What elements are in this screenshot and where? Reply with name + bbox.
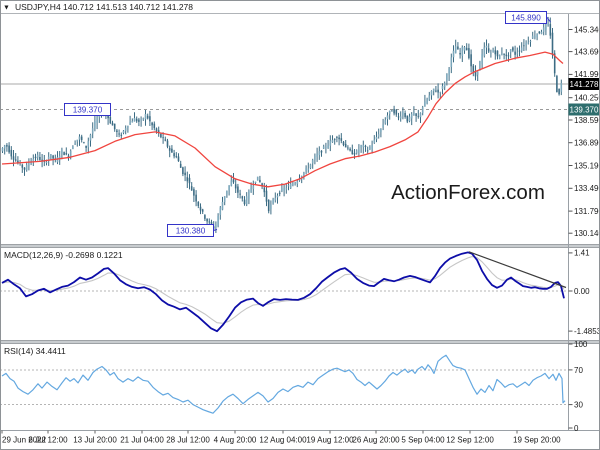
- svg-text:5 Sep 04:00: 5 Sep 04:00: [401, 436, 445, 445]
- panel-separator-1[interactable]: [0, 244, 600, 248]
- svg-text:140.250: 140.250: [574, 94, 600, 103]
- svg-text:19 Sep 20:00: 19 Sep 20:00: [513, 436, 561, 445]
- panel-separator-2[interactable]: [0, 340, 600, 344]
- svg-text:145.340: 145.340: [574, 25, 600, 34]
- level-annotation-label: 139.370: [73, 106, 103, 115]
- macd-panel[interactable]: [1, 248, 568, 340]
- current-price-badge: 141.278: [568, 78, 600, 90]
- watermark: ActionForex.com: [391, 181, 545, 204]
- macd-label: MACD(12,26,9) -0.2698 0.1221: [4, 250, 123, 260]
- svg-text:1.41: 1.41: [574, 249, 590, 258]
- chart-window: ▼ USDJPY,H4 140.712 141.513 140.712 141.…: [0, 0, 600, 450]
- svg-text:30: 30: [574, 400, 583, 409]
- level-badge-value: 139.370: [570, 106, 599, 115]
- svg-text:135.190: 135.190: [574, 161, 600, 170]
- svg-text:0: 0: [574, 424, 579, 433]
- low-annotation[interactable]: 130.380: [167, 224, 218, 237]
- svg-text:70: 70: [574, 366, 583, 375]
- rsi-panel[interactable]: [1, 344, 568, 430]
- svg-text:12 Sep 12:00: 12 Sep 12:00: [446, 436, 494, 445]
- symbol-dropdown-icon[interactable]: ▼: [3, 5, 10, 12]
- svg-text:12 Aug 04:00: 12 Aug 04:00: [259, 436, 307, 445]
- level-badge: 139.370: [568, 103, 600, 116]
- svg-text:4 Aug 20:00: 4 Aug 20:00: [214, 436, 257, 445]
- level-annotation[interactable]: 139.370: [64, 103, 111, 116]
- trading-chart: ▼ USDJPY,H4 140.712 141.513 140.712 141.…: [0, 0, 600, 450]
- current-price-badge-value: 141.278: [570, 80, 599, 89]
- main-chart-panel[interactable]: [1, 14, 568, 244]
- svg-text:136.890: 136.890: [574, 139, 600, 148]
- svg-text:-1.4853: -1.4853: [574, 327, 600, 336]
- svg-text:100: 100: [574, 340, 588, 349]
- high-annotation[interactable]: 145.890: [505, 11, 551, 24]
- svg-text:28 Jul 12:00: 28 Jul 12:00: [166, 436, 210, 445]
- svg-text:133.490: 133.490: [574, 184, 600, 193]
- svg-text:26 Aug 20:00: 26 Aug 20:00: [352, 436, 400, 445]
- svg-text:0.00: 0.00: [574, 287, 590, 296]
- svg-text:6 Jul 12:00: 6 Jul 12:00: [28, 436, 68, 445]
- svg-text:138.590: 138.590: [574, 116, 600, 125]
- svg-text:21 Jul 04:00: 21 Jul 04:00: [120, 436, 164, 445]
- svg-text:130.140: 130.140: [574, 229, 600, 238]
- chart-title: USDJPY,H4 140.712 141.513 140.712 141.27…: [15, 2, 193, 12]
- svg-text:19 Aug 12:00: 19 Aug 12:00: [306, 436, 354, 445]
- svg-text:143.690: 143.690: [574, 47, 600, 56]
- high-annotation-label: 145.890: [511, 14, 541, 23]
- svg-text:141.990: 141.990: [574, 70, 600, 79]
- svg-text:13 Jul 20:00: 13 Jul 20:00: [73, 436, 117, 445]
- svg-text:131.790: 131.790: [574, 207, 600, 216]
- low-annotation-label: 130.380: [176, 227, 206, 236]
- rsi-label: RSI(14) 34.4411: [4, 346, 66, 356]
